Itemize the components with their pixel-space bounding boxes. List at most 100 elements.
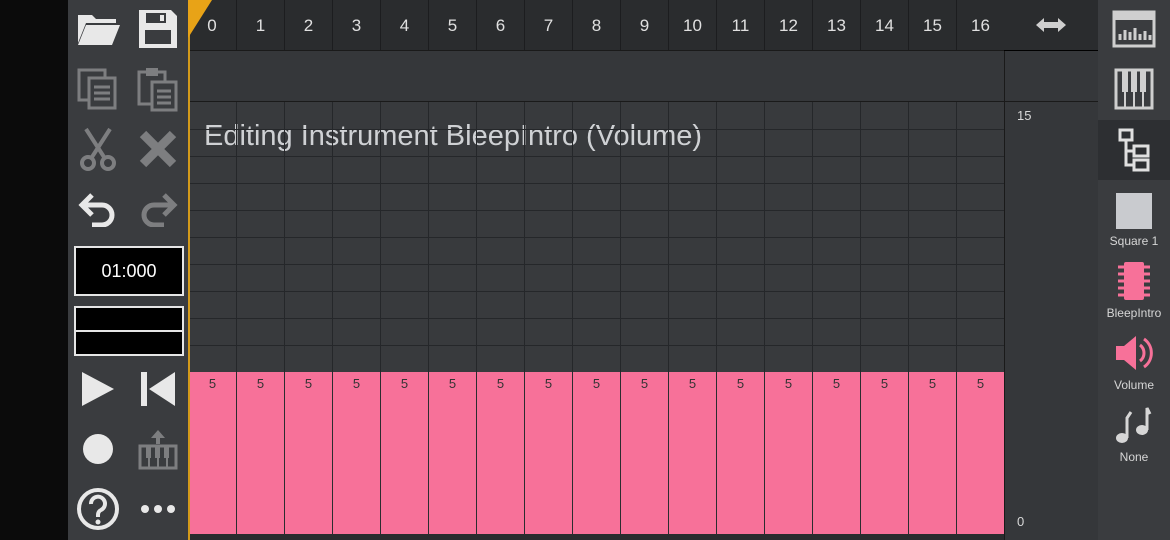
- chip-icon: [1118, 262, 1150, 300]
- paste-icon[interactable]: [128, 60, 188, 118]
- ruler-column-3[interactable]: 3: [332, 0, 380, 50]
- playhead-line: [188, 0, 190, 540]
- save-icon[interactable]: [128, 0, 188, 58]
- grid-row-line: [188, 210, 1004, 211]
- volume-bar[interactable]: 5: [380, 372, 428, 534]
- ruler-column-13[interactable]: 13: [812, 0, 860, 50]
- ruler-column-5[interactable]: 5: [428, 0, 476, 50]
- timeline-ruler[interactable]: 0 1 2 3 4 5 6 7 8 9 10 11 12 13 14 15 16: [188, 0, 1004, 51]
- volume-bar-value: 5: [784, 376, 793, 391]
- scale-min-label: 0: [1017, 514, 1025, 529]
- redo-icon[interactable]: [128, 180, 188, 238]
- split-display: [74, 306, 184, 356]
- ruler-column-9[interactable]: 9: [620, 0, 668, 50]
- volume-bar-value: 5: [208, 376, 217, 391]
- volume-bar[interactable]: 5: [428, 372, 476, 534]
- ruler-column-10[interactable]: 10: [668, 0, 716, 50]
- volume-bar[interactable]: 5: [620, 372, 668, 534]
- copy-icon[interactable]: [68, 60, 128, 118]
- record-icon[interactable]: [68, 420, 128, 478]
- speaker-icon: [1116, 336, 1153, 370]
- volume-bar-value: 5: [736, 376, 745, 391]
- volume-bar[interactable]: 5: [284, 372, 332, 534]
- volume-bar[interactable]: 5: [572, 372, 620, 534]
- ruler-column-15[interactable]: 15: [908, 0, 956, 50]
- volume-bar-value: 5: [976, 376, 985, 391]
- grid-row-line: [188, 156, 1004, 157]
- grid-row-line: [188, 237, 1004, 238]
- volume-bar-value: 5: [496, 376, 505, 391]
- cut-icon[interactable]: [68, 120, 128, 178]
- volume-bar-value: 5: [880, 376, 889, 391]
- volume-bar[interactable]: 5: [860, 372, 908, 534]
- volume-bar[interactable]: 5: [812, 372, 860, 534]
- ruler-column-16[interactable]: 16: [956, 0, 1004, 50]
- ruler-column-12[interactable]: 12: [764, 0, 812, 50]
- sidebar-item-volume[interactable]: Volume: [1098, 332, 1170, 392]
- volume-bar[interactable]: 5: [716, 372, 764, 534]
- volume-bar-value: 5: [592, 376, 601, 391]
- left-right-arrows-icon[interactable]: [1004, 0, 1098, 50]
- sidebar-item-piano[interactable]: [1098, 68, 1170, 110]
- sidebar-label-none: None: [1119, 450, 1149, 464]
- ruler-column-7[interactable]: 7: [524, 0, 572, 50]
- volume-bar[interactable]: 5: [524, 372, 572, 534]
- grid-row-line: [188, 345, 1004, 346]
- more-icon[interactable]: [128, 480, 188, 538]
- music-notes-icon: [1116, 407, 1152, 443]
- ruler-column-8[interactable]: 8: [572, 0, 620, 50]
- volume-bar-value: 5: [832, 376, 841, 391]
- volume-bar[interactable]: 5: [668, 372, 716, 534]
- grid-row-line: [188, 291, 1004, 292]
- volume-bar-value: 5: [352, 376, 361, 391]
- volume-bar[interactable]: 5: [908, 372, 956, 534]
- scale-max-label: 15: [1017, 108, 1032, 123]
- delete-icon[interactable]: [128, 120, 188, 178]
- grid-row-line: [188, 183, 1004, 184]
- ruler-column-6[interactable]: 6: [476, 0, 524, 50]
- ruler-column-4[interactable]: 4: [380, 0, 428, 50]
- volume-bar[interactable]: 5: [188, 372, 236, 534]
- sidebar-item-bleepintro[interactable]: BleepIntro: [1098, 260, 1170, 320]
- right-sidebar: Square 1 BleepIntro Volume None: [1098, 0, 1170, 540]
- volume-bar[interactable]: 5: [764, 372, 812, 534]
- square-wave-icon: [1116, 193, 1152, 229]
- volume-bar-value: 5: [688, 376, 697, 391]
- volume-bar[interactable]: 5: [476, 372, 524, 534]
- sidebar-item-hierarchy[interactable]: [1098, 128, 1170, 172]
- play-icon[interactable]: [68, 360, 128, 418]
- volume-bar[interactable]: 5: [332, 372, 380, 534]
- rewind-icon[interactable]: [128, 360, 188, 418]
- sidebar-item-square-1[interactable]: Square 1: [1098, 192, 1170, 248]
- ruler-column-2[interactable]: 2: [284, 0, 332, 50]
- sidebar-label-volume: Volume: [1113, 378, 1155, 392]
- grid-row-line: [188, 129, 1004, 130]
- editor-bottom-edge: [188, 534, 1004, 540]
- envelope-header-side: [1004, 51, 1099, 102]
- sidebar-item-none[interactable]: None: [1098, 404, 1170, 464]
- help-icon[interactable]: [68, 480, 128, 538]
- volume-bar-value: 5: [256, 376, 265, 391]
- piano-upload-icon[interactable]: [128, 420, 188, 478]
- volume-bar-value: 5: [640, 376, 649, 391]
- piano-icon: [1114, 68, 1154, 110]
- ruler-column-11[interactable]: 11: [716, 0, 764, 50]
- volume-bar-value: 5: [448, 376, 457, 391]
- sidebar-item-sequencer[interactable]: [1098, 10, 1170, 48]
- undo-icon[interactable]: [68, 180, 128, 238]
- sidebar-label-bleepintro: BleepIntro: [1106, 306, 1162, 320]
- volume-bar[interactable]: 5: [956, 372, 1004, 534]
- open-folder-icon[interactable]: [68, 0, 128, 58]
- time-display: 01:000: [74, 246, 184, 296]
- playhead-marker[interactable]: [188, 0, 212, 38]
- volume-envelope-editor[interactable]: Editing Instrument BleepIntro (Volume) 5…: [188, 102, 1004, 534]
- volume-bar-value: 5: [400, 376, 409, 391]
- volume-bar[interactable]: 5: [236, 372, 284, 534]
- grid-row-line: [188, 264, 1004, 265]
- volume-bar-value: 5: [304, 376, 313, 391]
- volume-bar-value: 5: [928, 376, 937, 391]
- volume-bar-value: 5: [544, 376, 553, 391]
- grid-row-line: [188, 318, 1004, 319]
- ruler-column-14[interactable]: 14: [860, 0, 908, 50]
- ruler-column-1[interactable]: 1: [236, 0, 284, 50]
